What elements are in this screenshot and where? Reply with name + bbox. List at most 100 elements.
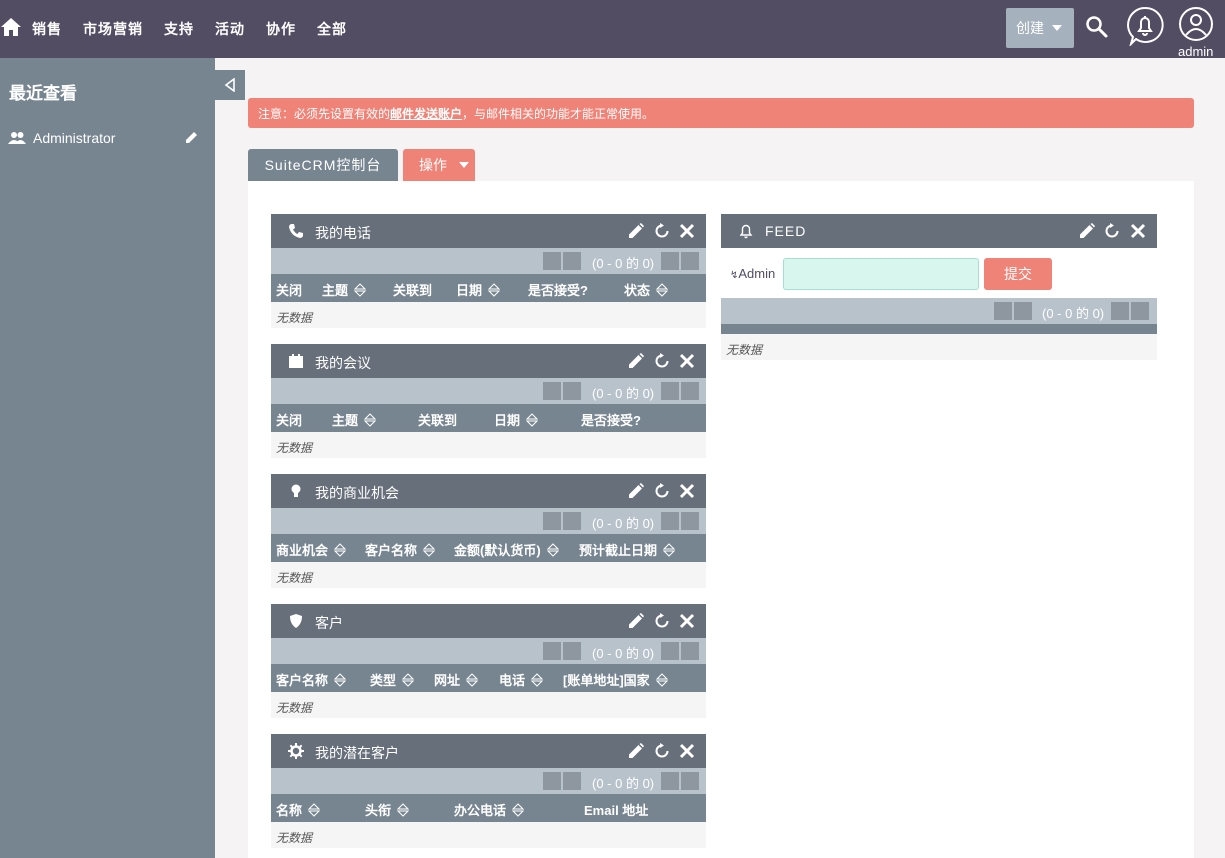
last-page-button[interactable] <box>681 382 699 400</box>
actions-button[interactable]: 操作 <box>403 149 475 181</box>
close-icon[interactable] <box>679 743 695 759</box>
sort-icon[interactable] <box>531 672 544 687</box>
sort-icon[interactable] <box>397 802 410 817</box>
sort-icon[interactable] <box>308 802 321 817</box>
nav-item-support[interactable]: 支持 <box>164 19 194 39</box>
prev-page-button[interactable] <box>1014 302 1032 320</box>
sort-icon[interactable] <box>655 672 668 687</box>
nav-item-marketing[interactable]: 市场营销 <box>83 19 143 39</box>
refresh-icon[interactable] <box>654 483 670 499</box>
next-page-button[interactable] <box>661 512 679 530</box>
column-header[interactable]: 日期 <box>456 280 501 299</box>
user-name[interactable]: admin <box>1178 44 1213 59</box>
close-icon[interactable] <box>1130 223 1146 239</box>
last-page-button[interactable] <box>1131 302 1149 320</box>
column-header[interactable]: 头衔 <box>365 800 410 819</box>
first-page-button[interactable] <box>543 382 561 400</box>
sort-icon[interactable] <box>466 672 479 687</box>
sort-icon[interactable] <box>402 672 415 687</box>
dashlet-title: 我的商业机会 <box>315 485 399 501</box>
first-page-button[interactable] <box>543 772 561 790</box>
create-button[interactable]: 创建 <box>1006 8 1074 48</box>
pagination-bar: (0 - 0 的 0) <box>271 508 706 534</box>
sort-icon[interactable] <box>526 412 539 427</box>
sort-icon[interactable] <box>334 542 347 557</box>
prev-page-button[interactable] <box>563 382 581 400</box>
next-page-button[interactable] <box>661 252 679 270</box>
prev-page-button[interactable] <box>563 772 581 790</box>
home-icon[interactable] <box>0 16 22 38</box>
feed-submit-button[interactable]: 提交 <box>984 258 1052 290</box>
first-page-button[interactable] <box>543 642 561 660</box>
close-icon[interactable] <box>679 223 695 239</box>
notification-bell-icon[interactable] <box>1126 6 1164 46</box>
column-header[interactable]: 金额(默认货币) <box>454 540 559 559</box>
column-header[interactable]: 电话 <box>499 670 544 689</box>
search-icon[interactable] <box>1085 15 1109 39</box>
pencil-icon[interactable] <box>1079 223 1095 239</box>
pencil-icon[interactable] <box>628 483 644 499</box>
column-header[interactable]: 状态 <box>624 280 669 299</box>
nav-item-all[interactable]: 全部 <box>317 19 347 39</box>
column-header[interactable]: 预计截止日期 <box>579 540 676 559</box>
pencil-icon[interactable] <box>628 223 644 239</box>
feed-user[interactable]: ↯Admin <box>730 266 775 281</box>
column-header[interactable]: 商业机会 <box>276 540 347 559</box>
close-icon[interactable] <box>679 483 695 499</box>
column-header[interactable]: 主题 <box>332 410 377 429</box>
refresh-icon[interactable] <box>654 223 670 239</box>
pencil-icon[interactable] <box>628 353 644 369</box>
next-page-button[interactable] <box>661 772 679 790</box>
last-page-button[interactable] <box>681 512 699 530</box>
nav-item-collaboration[interactable]: 协作 <box>266 19 296 39</box>
sort-icon[interactable] <box>656 282 669 297</box>
last-page-button[interactable] <box>681 642 699 660</box>
recent-item-label[interactable]: Administrator <box>33 130 115 146</box>
sort-icon[interactable] <box>546 542 559 557</box>
first-page-button[interactable] <box>543 512 561 530</box>
refresh-icon[interactable] <box>654 613 670 629</box>
column-header[interactable]: 客户名称 <box>276 670 347 689</box>
column-header[interactable]: 日期 <box>494 410 539 429</box>
user-avatar-icon[interactable] <box>1177 6 1215 42</box>
refresh-icon[interactable] <box>1104 223 1120 239</box>
tab-dashboard[interactable]: SuiteCRM控制台 <box>248 149 398 181</box>
sort-icon[interactable] <box>423 542 436 557</box>
next-page-button[interactable] <box>1111 302 1129 320</box>
first-page-button[interactable] <box>543 252 561 270</box>
next-page-button[interactable] <box>661 382 679 400</box>
close-icon[interactable] <box>679 353 695 369</box>
column-header[interactable]: 主题 <box>322 280 367 299</box>
recent-item[interactable]: Administrator <box>8 128 208 148</box>
column-header[interactable]: 客户名称 <box>365 540 436 559</box>
prev-page-button[interactable] <box>563 252 581 270</box>
sort-icon[interactable] <box>364 412 377 427</box>
refresh-icon[interactable] <box>654 743 670 759</box>
close-icon[interactable] <box>679 613 695 629</box>
pencil-icon[interactable] <box>628 743 644 759</box>
last-page-button[interactable] <box>681 772 699 790</box>
sort-icon[interactable] <box>512 802 525 817</box>
next-page-button[interactable] <box>661 642 679 660</box>
pencil-icon[interactable] <box>628 613 644 629</box>
sort-icon[interactable] <box>663 542 676 557</box>
email-account-link[interactable]: 邮件发送账户 <box>390 105 462 122</box>
last-page-button[interactable] <box>681 252 699 270</box>
column-header[interactable]: 网址 <box>434 670 479 689</box>
feed-post-input[interactable] <box>783 258 979 290</box>
sort-icon[interactable] <box>488 282 501 297</box>
column-header[interactable]: 名称 <box>276 800 321 819</box>
nav-item-sales[interactable]: 销售 <box>32 19 62 39</box>
refresh-icon[interactable] <box>654 353 670 369</box>
sort-icon[interactable] <box>334 672 347 687</box>
sort-icon[interactable] <box>354 282 367 297</box>
prev-page-button[interactable] <box>563 642 581 660</box>
column-header[interactable]: [账单地址]国家 <box>563 670 668 689</box>
pencil-icon[interactable] <box>184 130 199 145</box>
nav-item-activities[interactable]: 活动 <box>215 19 245 39</box>
prev-page-button[interactable] <box>563 512 581 530</box>
column-header[interactable]: 办公电话 <box>454 800 525 819</box>
sidebar-collapse-button[interactable] <box>215 70 245 100</box>
column-header[interactable]: 类型 <box>370 670 415 689</box>
first-page-button[interactable] <box>994 302 1012 320</box>
